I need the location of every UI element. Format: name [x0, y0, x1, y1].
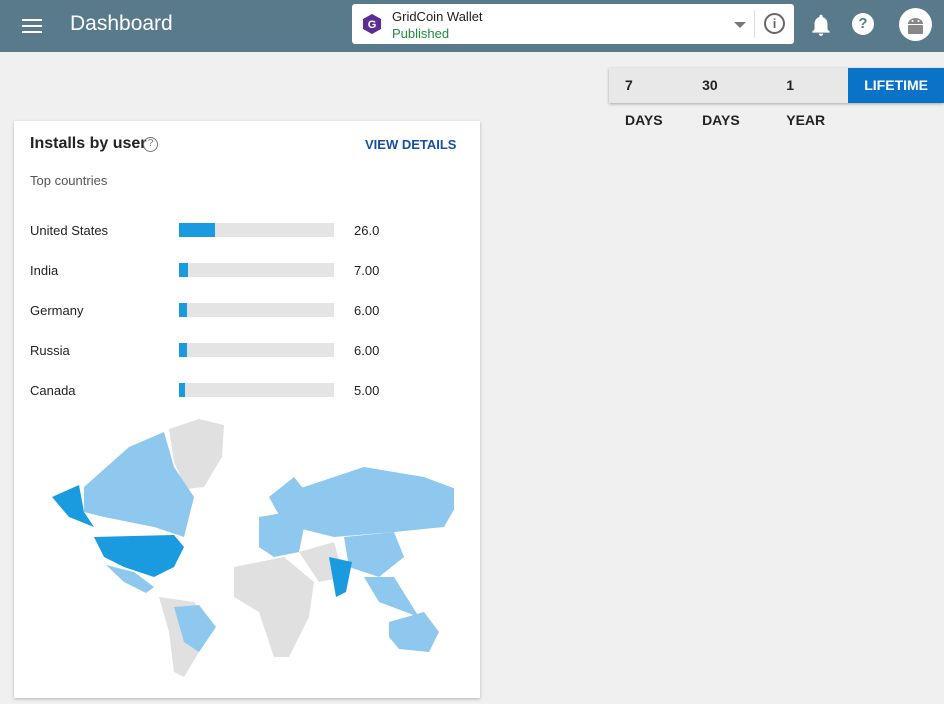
range-30-days[interactable]: 30 DAYS [686, 68, 770, 128]
country-bar-track [179, 263, 334, 277]
map-australia [389, 612, 439, 652]
gridcoin-logo-icon: G [363, 14, 381, 34]
country-value: 5.00 [354, 383, 380, 398]
country-bar-track [179, 343, 334, 357]
range-lifetime[interactable]: LIFETIME [848, 68, 944, 103]
country-value: 6.00 [354, 343, 380, 358]
country-bar-fill [179, 263, 189, 277]
world-map [52, 419, 454, 677]
map-russia [289, 467, 454, 537]
page-title: Dashboard [70, 12, 173, 35]
country-name: United States [30, 223, 109, 238]
country-name: Russia [30, 343, 70, 358]
svg-text:G: G [368, 19, 377, 31]
country-bar-fill [179, 223, 215, 237]
country-row: India 7.00 [30, 261, 470, 281]
chevron-down-icon[interactable] [734, 22, 746, 28]
country-bar-fill [179, 343, 187, 357]
country-row: Russia 6.00 [30, 341, 470, 361]
range-7-days[interactable]: 7 DAYS [609, 68, 686, 128]
country-value: 6.00 [354, 303, 380, 318]
map-africa [234, 557, 314, 657]
top-bar: Dashboard G GridCoin Wallet Published i … [0, 0, 944, 52]
country-row: Germany 6.00 [30, 301, 470, 321]
country-bar-fill [179, 383, 186, 397]
android-icon [908, 18, 923, 34]
country-name: India [30, 263, 59, 278]
help-circle-icon[interactable]: ? [143, 137, 158, 152]
country-name: Canada [30, 383, 76, 398]
app-status: Published [392, 26, 450, 41]
country-bar-fill [179, 303, 187, 317]
help-icon[interactable]: ? [852, 13, 874, 35]
card-subtitle: Top countries [30, 173, 108, 188]
country-name: Germany [30, 303, 84, 318]
map-usa [94, 535, 184, 577]
country-row: Canada 5.00 [30, 381, 470, 401]
view-details-link[interactable]: VIEW DETAILS [365, 137, 456, 152]
country-row: United States 26.0 [30, 221, 470, 241]
date-range-toggle: 7 DAYS 30 DAYS 1 YEAR LIFETIME [609, 68, 944, 128]
avatar[interactable] [899, 8, 932, 41]
country-value: 26.0 [354, 223, 380, 238]
divider [754, 10, 755, 38]
country-bar-track [179, 383, 334, 397]
country-value: 7.00 [354, 263, 380, 278]
info-icon[interactable]: i [764, 13, 785, 34]
range-1-year[interactable]: 1 YEAR [770, 68, 848, 128]
map-china [344, 532, 404, 577]
card-title: Installs by user [30, 135, 147, 152]
country-bar-track [179, 303, 334, 317]
country-bar-track [179, 223, 334, 237]
bell-icon[interactable] [808, 12, 834, 38]
map-southeast-asia [364, 577, 419, 617]
menu-icon[interactable] [22, 16, 42, 34]
app-selector[interactable]: G GridCoin Wallet Published i [352, 4, 794, 44]
installs-by-user-card: Installs by user ? VIEW DETAILS Top coun… [14, 121, 480, 698]
app-name: GridCoin Wallet [392, 9, 483, 24]
